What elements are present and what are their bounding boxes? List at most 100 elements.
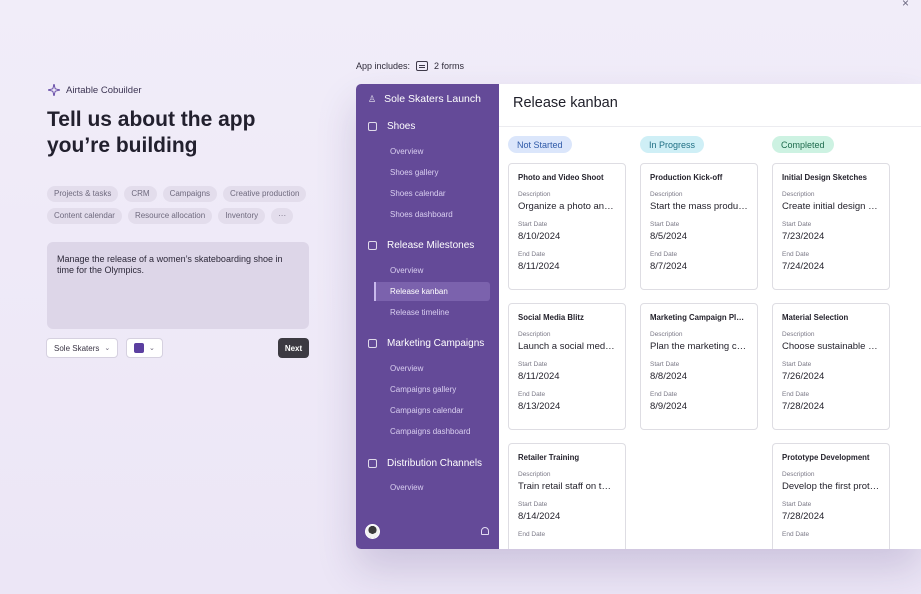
sidebar-section-shoes[interactable]: Shoes [368, 121, 415, 132]
bell-icon[interactable] [481, 527, 489, 535]
card-start-date: 7/23/2024 [782, 231, 825, 242]
sidebar-section-distribution-channels[interactable]: Distribution Channels [368, 458, 482, 469]
chip-projects-tasks[interactable]: Projects & tasks [47, 186, 119, 202]
chip-crm[interactable]: CRM [124, 186, 157, 202]
sidebar-item-shoes-overview[interactable]: Overview [390, 147, 423, 156]
card-title: Social Media Blitz [518, 313, 584, 322]
card-field-label: End Date [782, 251, 810, 258]
brand: Airtable Cobuilder [48, 84, 142, 96]
card-field-label: Start Date [782, 221, 812, 228]
card-field-label: Start Date [782, 501, 812, 508]
sidebar-item-release-timeline[interactable]: Release timeline [390, 308, 449, 317]
card-field-label: Start Date [518, 221, 548, 228]
card-field-label: End Date [650, 391, 678, 398]
card-description: Launch a social media campaign [518, 341, 616, 352]
section-label: Distribution Channels [387, 458, 483, 469]
chip-resource-allocation[interactable]: Resource allocation [127, 208, 213, 224]
kanban-card[interactable]: Social Media Blitz Description Launch a … [508, 303, 626, 430]
sidebar-item-shoes-calendar[interactable]: Shoes calendar [390, 189, 446, 198]
brand-label: Airtable Cobuilder [66, 84, 142, 96]
chip-inventory[interactable]: Inventory [218, 208, 266, 224]
template-chips: Projects & tasks CRM Campaigns Creative … [47, 186, 309, 224]
kanban-card[interactable]: Material Selection Description Choose su… [772, 303, 890, 430]
close-icon[interactable]: × [902, 0, 909, 10]
table-icon [368, 241, 377, 250]
prompt-input[interactable]: Manage the release of a women’s skateboa… [47, 242, 309, 329]
chip-campaigns[interactable]: Campaigns [162, 186, 218, 202]
sidebar-item-shoes-gallery[interactable]: Shoes gallery [390, 168, 438, 177]
sidebar-item-release-kanban[interactable]: Release kanban [390, 287, 448, 296]
card-field-label: Start Date [518, 361, 548, 368]
sidebar-item-distribution-overview[interactable]: Overview [390, 483, 423, 492]
card-end-date: 8/9/2024 [650, 401, 687, 412]
card-field-label: Description [518, 191, 551, 198]
card-end-date: 7/28/2024 [782, 401, 825, 412]
card-field-label: Description [650, 191, 683, 198]
column-completed: Completed [772, 136, 834, 153]
card-description: Start the mass production [650, 201, 748, 212]
card-end-date: 8/7/2024 [650, 261, 687, 272]
sidebar-item-milestones-overview[interactable]: Overview [390, 266, 423, 275]
kanban-view: Release kanban Not Started In Progress C… [499, 84, 921, 549]
workspace-dropdown[interactable]: Sole Skaters ⌄ [46, 338, 119, 358]
card-title: Marketing Campaign Planning [650, 313, 748, 322]
card-start-date: 8/8/2024 [650, 371, 687, 382]
chevron-down-icon: ⌄ [104, 345, 111, 352]
sparkle-icon [48, 84, 60, 96]
card-start-date: 7/28/2024 [782, 511, 825, 522]
sidebar-item-campaigns-overview[interactable]: Overview [390, 364, 423, 373]
card-field-label: Start Date [782, 361, 812, 368]
card-field-label: Description [782, 191, 815, 198]
card-start-date: 8/5/2024 [650, 231, 687, 242]
color-dropdown[interactable]: ⌄ [126, 338, 163, 358]
kanban-card[interactable]: Photo and Video Shoot Description Organi… [508, 163, 626, 290]
card-end-date: 7/24/2024 [782, 261, 825, 272]
section-label: Shoes [387, 121, 416, 132]
column-not-started: Not Started [508, 136, 572, 153]
card-title: Prototype Development [782, 453, 870, 462]
chip-content-calendar[interactable]: Content calendar [47, 208, 122, 224]
sidebar-section-release-milestones[interactable]: Release Milestones [368, 240, 474, 251]
card-description: Choose sustainable and durable materials [782, 341, 880, 352]
page-title: Tell us about the app you’re building [47, 108, 256, 157]
card-title: Production Kick-off [650, 173, 723, 182]
chevron-down-icon: ⌄ [149, 345, 155, 352]
card-title: Initial Design Sketches [782, 173, 867, 182]
avatar[interactable] [365, 524, 380, 539]
sidebar-item-campaigns-gallery[interactable]: Campaigns gallery [390, 385, 456, 394]
card-start-date: 7/26/2024 [782, 371, 825, 382]
card-end-date: 8/13/2024 [518, 401, 561, 412]
card-field-label: Description [518, 331, 551, 338]
sidebar-active-indicator [374, 282, 376, 301]
section-label: Release Milestones [387, 240, 475, 251]
color-swatch [134, 343, 144, 353]
table-icon [368, 459, 377, 468]
kanban-card[interactable]: Marketing Campaign Planning Description … [640, 303, 758, 430]
card-description: Organize a photo and video shoot [518, 201, 616, 212]
chip-creative-production[interactable]: Creative production [223, 186, 307, 202]
next-button[interactable]: Next [278, 338, 309, 358]
card-field-label: End Date [650, 251, 678, 258]
app-name-label: Sole Skaters Launch [384, 93, 481, 105]
card-start-date: 8/11/2024 [518, 371, 560, 382]
form-icon [416, 61, 429, 71]
sidebar-item-campaigns-dashboard[interactable]: Campaigns dashboard [390, 427, 471, 436]
view-title: Release kanban [513, 95, 618, 111]
chip-more[interactable]: ··· [271, 208, 294, 224]
sidebar-section-marketing-campaigns[interactable]: Marketing Campaigns [368, 338, 484, 349]
card-field-label: Description [782, 331, 815, 338]
card-description: Create initial design sketches [782, 201, 880, 212]
kanban-card[interactable]: Production Kick-off Description Start th… [640, 163, 758, 290]
kanban-card[interactable]: Retailer Training Description Train reta… [508, 443, 626, 549]
kanban-card[interactable]: Prototype Development Description Develo… [772, 443, 890, 549]
sidebar-item-campaigns-calendar[interactable]: Campaigns calendar [390, 406, 463, 415]
card-field-label: Description [518, 471, 551, 478]
app-name: ♙ Sole Skaters Launch [368, 93, 481, 105]
sidebar-item-shoes-dashboard[interactable]: Shoes dashboard [390, 210, 453, 219]
column-in-progress: In Progress [640, 136, 705, 153]
card-field-label: Description [650, 331, 683, 338]
kanban-card[interactable]: Initial Design Sketches Description Crea… [772, 163, 890, 290]
card-field-label: Start Date [650, 221, 680, 228]
section-label: Marketing Campaigns [387, 338, 485, 349]
app-includes-label: App includes: [356, 61, 411, 71]
